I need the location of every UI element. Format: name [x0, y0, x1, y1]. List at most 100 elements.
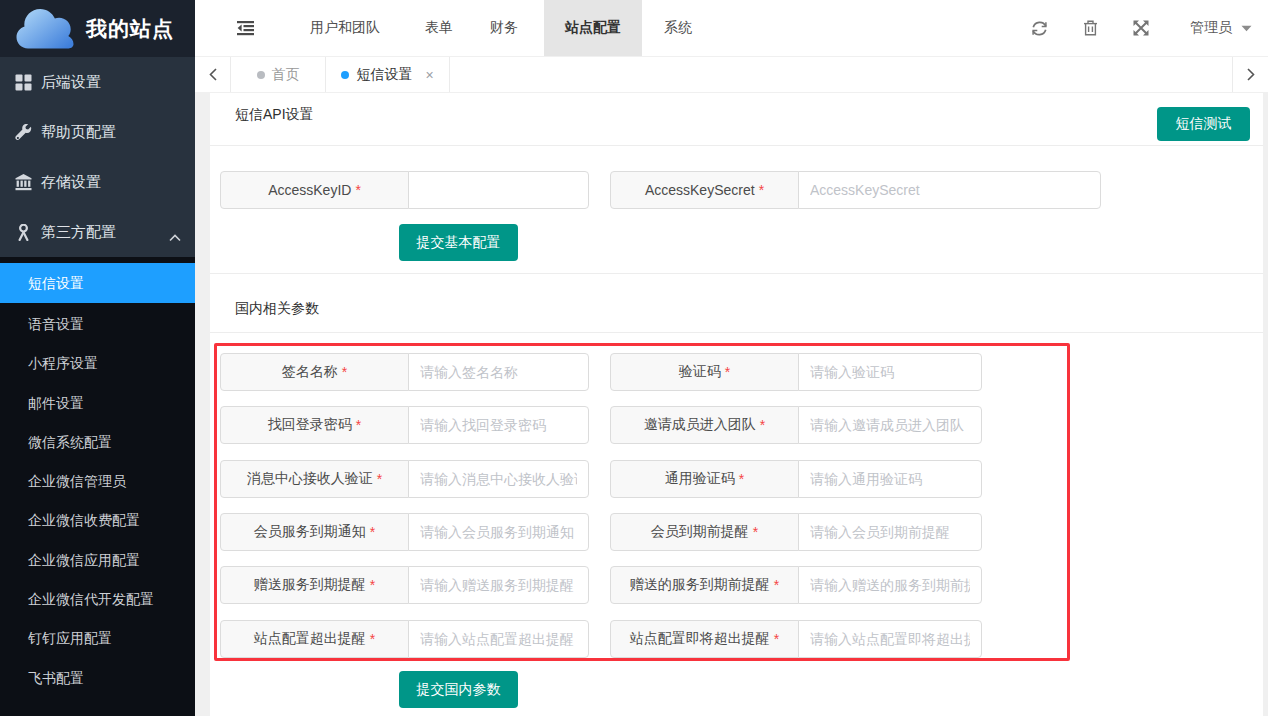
submenu-item-语音设置[interactable]: 语音设置 — [0, 305, 195, 344]
field-label: 签名名称* — [220, 353, 409, 391]
sidebar-item-后端设置[interactable]: 后端设置 — [0, 57, 195, 107]
sidebar-item-label: 存储设置 — [41, 173, 101, 192]
sidebar: 我的站点 后端设置帮助页配置存储设置第三方配置 短信设置语音设置小程序设置邮件设… — [0, 0, 195, 716]
input-通用验证码[interactable] — [798, 460, 982, 498]
sidebar-item-label: 第三方配置 — [41, 223, 116, 242]
form-group: 验证码* — [610, 353, 982, 391]
required-asterisk: * — [356, 417, 361, 433]
input-邀请成员进入团队[interactable] — [798, 406, 982, 444]
input-赠送的服务到期前提醒[interactable] — [798, 566, 982, 604]
field-label: 邀请成员进入团队* — [610, 406, 799, 444]
input-验证码[interactable] — [798, 353, 982, 391]
required-asterisk: * — [370, 631, 375, 647]
input-AccessKeyID[interactable] — [408, 171, 589, 209]
input-消息中心接收人验证[interactable] — [408, 460, 589, 498]
refresh-icon[interactable] — [1030, 19, 1048, 37]
form-group: 站点配置超出提醒* — [220, 620, 589, 658]
field-label: 通用验证码* — [610, 460, 799, 498]
input-赠送服务到期提醒[interactable] — [408, 566, 589, 604]
field-label: 验证码* — [610, 353, 799, 391]
form-group: 会员到期前提醒* — [610, 513, 982, 551]
navbar-actions: 管理员 — [997, 0, 1252, 56]
submenu-item-短信设置[interactable]: 短信设置 — [0, 263, 195, 303]
submenu-item-小程序设置[interactable]: 小程序设置 — [0, 344, 195, 383]
form-group: 消息中心接收人验证* — [220, 460, 589, 498]
logo[interactable]: 我的站点 — [0, 0, 195, 57]
tab-label: 短信设置 — [356, 66, 412, 84]
submit-basic-config-button[interactable]: 提交基本配置 — [399, 224, 518, 261]
sidebar-item-存储设置[interactable]: 存储设置 — [0, 157, 195, 207]
user-name: 管理员 — [1190, 19, 1232, 37]
required-asterisk: * — [739, 471, 744, 487]
required-asterisk: * — [377, 471, 382, 487]
trash-icon[interactable] — [1081, 19, 1099, 37]
page-content: 短信API设置 短信测试 AccessKeyID* AccessKeySecre… — [195, 93, 1268, 716]
form-group: 通用验证码* — [610, 460, 982, 498]
input-AccessKeySecret[interactable] — [798, 171, 1101, 209]
gray-dot-icon — [257, 71, 265, 79]
field-label: 赠送的服务到期前提醒* — [610, 566, 799, 604]
submenu-item-企业微信代开发配置[interactable]: 企业微信代开发配置 — [0, 580, 195, 619]
field-label: 会员到期前提醒* — [610, 513, 799, 551]
nav-item-系统[interactable]: 系统 — [643, 0, 713, 56]
field-label: 站点配置即将超出提醒* — [610, 620, 799, 658]
field-label: 站点配置超出提醒* — [220, 620, 409, 658]
sidebar-submenu: 短信设置语音设置小程序设置邮件设置微信系统配置企业微信管理员企业微信收费配置企业… — [0, 257, 195, 716]
required-asterisk: * — [725, 364, 730, 380]
appstore-icon — [15, 74, 32, 91]
caret-down-icon — [1241, 25, 1252, 32]
input-站点配置即将超出提醒[interactable] — [798, 620, 982, 658]
field-label: AccessKeySecret* — [610, 171, 799, 209]
blue-dot-icon — [341, 71, 349, 79]
user-menu[interactable]: 管理员 — [1190, 19, 1252, 37]
nav-item-用户和团队[interactable]: 用户和团队 — [289, 0, 401, 56]
form-group: 站点配置即将超出提醒* — [610, 620, 982, 658]
nav-item-站点配置[interactable]: 站点配置 — [544, 0, 642, 56]
sidebar-menu: 后端设置帮助页配置存储设置第三方配置 — [0, 57, 195, 257]
required-asterisk: * — [342, 364, 347, 380]
divider — [210, 273, 1263, 274]
form-group: 会员服务到期通知* — [220, 513, 589, 551]
input-会员到期前提醒[interactable] — [798, 513, 982, 551]
tabs-scroll-left-icon[interactable] — [195, 57, 231, 92]
tabs-scroll-right-icon[interactable] — [1232, 57, 1268, 92]
fullscreen-icon[interactable] — [1132, 19, 1150, 37]
divider — [210, 145, 1263, 146]
field-label: 会员服务到期通知* — [220, 513, 409, 551]
nav-item-表单[interactable]: 表单 — [404, 0, 474, 56]
field-label: AccessKeyID* — [220, 171, 409, 209]
submenu-item-飞书配置[interactable]: 飞书配置 — [0, 659, 195, 698]
tab-短信设置[interactable]: 短信设置 × — [326, 57, 450, 92]
input-站点配置超出提醒[interactable] — [408, 620, 589, 658]
input-找回登录密码[interactable] — [408, 406, 589, 444]
chevron-up-icon — [169, 228, 181, 236]
sidebar-item-第三方配置[interactable]: 第三方配置 — [0, 207, 195, 257]
form-group: 找回登录密码* — [220, 406, 589, 444]
settings-card: 短信API设置 短信测试 AccessKeyID* AccessKeySecre… — [210, 93, 1263, 716]
wrench-icon — [15, 124, 32, 141]
close-tab-icon[interactable]: × — [425, 68, 433, 82]
submenu-item-企业微信应用配置[interactable]: 企业微信应用配置 — [0, 541, 195, 580]
submenu-item-微信系统配置[interactable]: 微信系统配置 — [0, 423, 195, 462]
required-asterisk: * — [370, 577, 375, 593]
sidebar-item-label: 帮助页配置 — [41, 123, 116, 142]
submenu-item-钉钉应用配置[interactable]: 钉钉应用配置 — [0, 619, 195, 658]
field-label: 消息中心接收人验证* — [220, 460, 409, 498]
submenu-item-企业微信收费配置[interactable]: 企业微信收费配置 — [0, 501, 195, 540]
sidebar-item-帮助页配置[interactable]: 帮助页配置 — [0, 107, 195, 157]
bank-icon — [15, 174, 32, 191]
form-group: 签名名称* — [220, 353, 589, 391]
required-asterisk: * — [753, 524, 758, 540]
input-签名名称[interactable] — [408, 353, 589, 391]
tab-bar: 首页 短信设置 × — [195, 57, 1268, 93]
submenu-item-邮件设置[interactable]: 邮件设置 — [0, 384, 195, 423]
sms-test-button[interactable]: 短信测试 — [1157, 107, 1250, 141]
form-group: 赠送的服务到期前提醒* — [610, 566, 982, 604]
submenu-item-企业微信管理员[interactable]: 企业微信管理员 — [0, 462, 195, 501]
input-会员服务到期通知[interactable] — [408, 513, 589, 551]
form-group: 邀请成员进入团队* — [610, 406, 982, 444]
nav-item-财务[interactable]: 财务 — [469, 0, 539, 56]
submit-domestic-params-button[interactable]: 提交国内参数 — [399, 671, 518, 708]
tab-首页[interactable]: 首页 — [231, 57, 326, 92]
form-group: 赠送服务到期提醒* — [220, 566, 589, 604]
